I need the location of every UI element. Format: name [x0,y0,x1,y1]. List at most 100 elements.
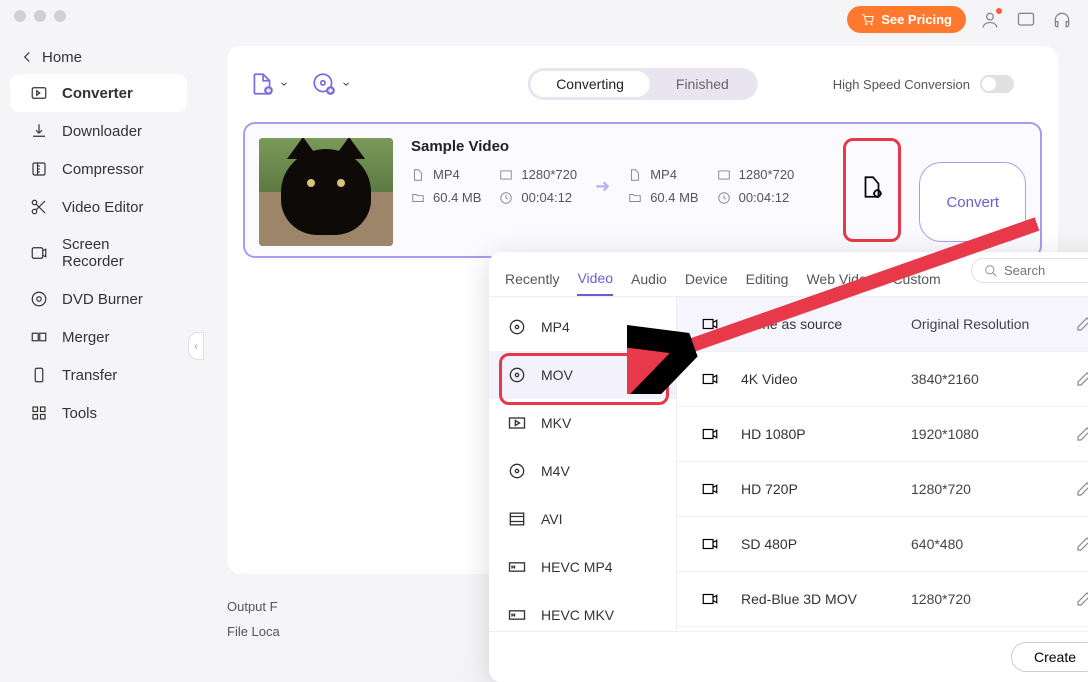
film-icon [507,509,527,529]
disc-icon [30,290,48,308]
popup-search[interactable] [971,258,1088,283]
sidebar-item-label: Tools [62,405,97,422]
popup-tab-recently[interactable]: Recently [505,263,559,295]
format-item-m4v[interactable]: M4V [489,447,676,495]
edit-icon[interactable] [1075,590,1088,608]
resolution-icon [499,168,513,182]
folder-icon [411,191,425,205]
hevc-icon [507,557,527,577]
edit-icon[interactable] [1075,315,1088,333]
camera-icon [699,425,721,443]
format-item-mov[interactable]: MOV [489,351,676,399]
disc-icon [507,461,527,481]
search-input[interactable] [1004,263,1084,278]
dst-dur: 00:04:12 [739,190,790,205]
format-list: MP4 MOV MKV M4V AVI HEVC MP4 HEVC MKV [489,297,677,631]
traffic-light-close[interactable] [14,10,26,22]
sidebar-item-compressor[interactable]: Compressor [10,150,187,188]
dst-size: 60.4 MB [650,190,698,205]
resolution-item[interactable]: Same as sourceOriginal Resolution [677,297,1088,352]
sidebar-item-screen-recorder[interactable]: Screen Recorder [10,226,187,280]
format-popup: Recently Video Audio Device Editing Web … [489,252,1088,682]
sidebar-item-label: Screen Recorder [62,236,167,270]
resolution-item[interactable]: HD 720P1280*720 [677,462,1088,517]
tab-finished[interactable]: Finished [650,71,755,97]
transfer-icon [30,366,48,384]
grid-icon [30,404,48,422]
traffic-light-max[interactable] [54,10,66,22]
disc-icon [507,317,527,337]
folder-icon [628,191,642,205]
format-item-mkv[interactable]: MKV [489,399,676,447]
chevron-down-icon [341,79,351,89]
resolution-item[interactable]: 4K Video3840*2160 [677,352,1088,407]
edit-icon[interactable] [1075,480,1088,498]
segment-control: Converting Finished [527,68,758,100]
recorder-icon [30,244,48,262]
format-item-hevc-mkv[interactable]: HEVC MKV [489,591,676,631]
convert-button[interactable]: Convert [919,162,1026,242]
edit-icon[interactable] [1075,425,1088,443]
sidebar-item-downloader[interactable]: Downloader [10,112,187,150]
camera-icon [699,535,721,553]
sidebar-item-label: DVD Burner [62,291,143,308]
clock-icon [717,191,731,205]
headset-icon[interactable] [1050,8,1074,32]
popup-tab-audio[interactable]: Audio [631,263,667,295]
sidebar-home[interactable]: Home [0,40,197,74]
sidebar-item-label: Merger [62,329,110,346]
sidebar-item-converter[interactable]: Converter [10,74,187,112]
file-icon [411,168,425,182]
home-label: Home [42,49,82,66]
popup-tab-custom[interactable]: Custom [892,263,940,295]
camera-icon [699,480,721,498]
format-item-hevc-mp4[interactable]: HEVC MP4 [489,543,676,591]
sidebar-item-video-editor[interactable]: Video Editor [10,188,187,226]
sidebar-item-label: Video Editor [62,199,143,216]
see-pricing-label: See Pricing [881,12,952,27]
edit-icon[interactable] [1075,370,1088,388]
cart-icon [861,13,875,27]
hsc-switch[interactable] [980,75,1014,93]
create-button[interactable]: Create [1011,642,1088,672]
file-gear-icon [859,174,885,200]
popup-tab-video[interactable]: Video [577,262,613,296]
add-disc-button[interactable] [311,71,351,97]
add-file-button[interactable] [249,71,289,97]
dst-res: 1280*720 [739,167,795,182]
download-icon [30,122,48,140]
sidebar-item-tools[interactable]: Tools [10,394,187,432]
camera-icon [699,590,721,608]
add-file-icon [249,71,275,97]
resolution-icon [717,168,731,182]
chevron-left-icon [18,48,36,66]
popup-tab-device[interactable]: Device [685,263,728,295]
output-settings-button[interactable] [850,165,894,209]
tab-converting[interactable]: Converting [530,71,650,97]
popup-tab-webvideo[interactable]: Web Video [806,263,874,295]
format-item-avi[interactable]: AVI [489,495,676,543]
sidebar-item-label: Converter [62,85,133,102]
resolution-item[interactable]: SD 480P640*480 [677,517,1088,572]
merger-icon [30,328,48,346]
camera-icon [699,370,721,388]
file-card: Sample Video MP4 60.4 MB 1280*720 00:04:… [243,122,1042,258]
resolution-item[interactable]: Red-Blue 3D MOV1280*720 [677,572,1088,627]
sidebar-item-transfer[interactable]: Transfer [10,356,187,394]
camera-icon [699,315,721,333]
sidebar-item-dvd-burner[interactable]: DVD Burner [10,280,187,318]
see-pricing-button[interactable]: See Pricing [847,6,966,33]
file-icon [628,168,642,182]
resolution-item[interactable]: HD 1080P1920*1080 [677,407,1088,462]
format-item-mp4[interactable]: MP4 [489,303,676,351]
sidebar-item-merger[interactable]: Merger [10,318,187,356]
compressor-icon [30,160,48,178]
traffic-light-min[interactable] [34,10,46,22]
converter-icon [30,84,48,102]
video-thumbnail[interactable] [259,138,393,246]
edit-icon[interactable] [1075,535,1088,553]
sidebar-item-label: Transfer [62,367,117,384]
user-icon[interactable] [978,8,1002,32]
chat-icon[interactable] [1014,8,1038,32]
popup-tab-editing[interactable]: Editing [746,263,789,295]
